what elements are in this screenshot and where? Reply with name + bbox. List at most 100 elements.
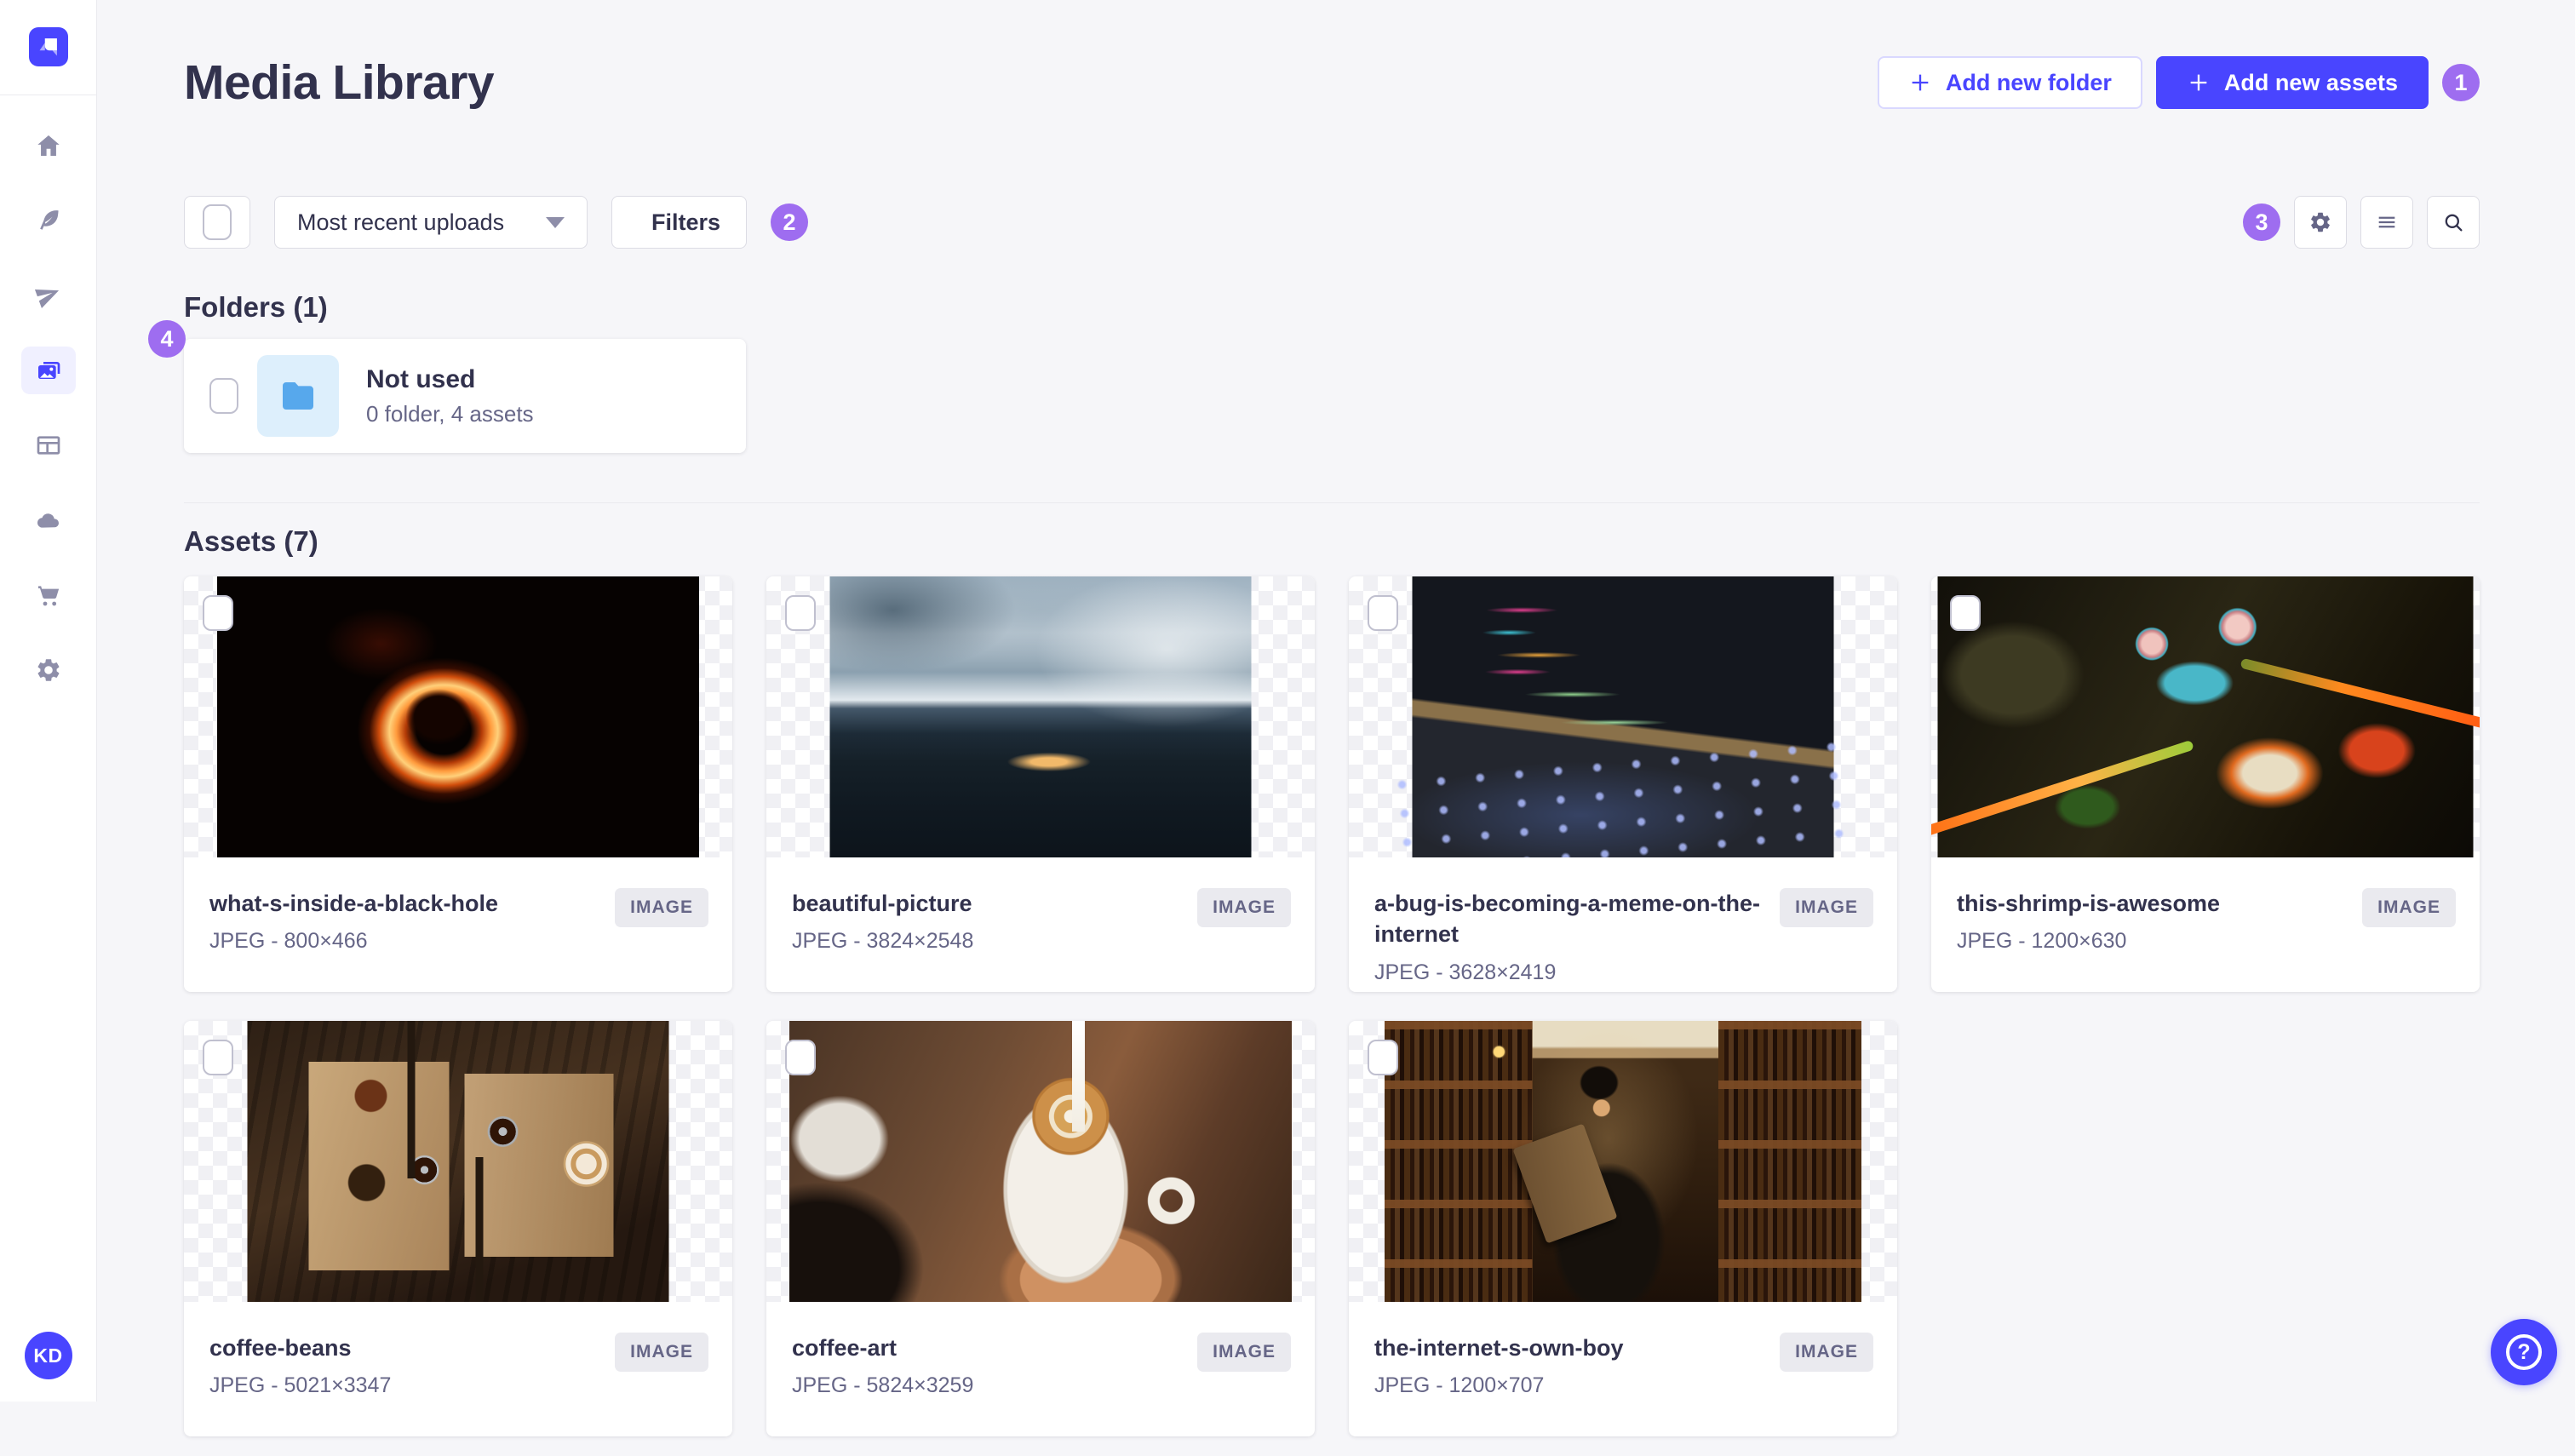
- asset-title: the-internet-s-own-boy: [1374, 1333, 1769, 1363]
- add-new-assets-label: Add new assets: [2224, 70, 2398, 96]
- sidebar-item-cloud[interactable]: [21, 496, 76, 544]
- asset-card[interactable]: coffee-beans JPEG - 5021×3347 IMAGE: [184, 1021, 732, 1436]
- sidebar-item-deploy[interactable]: [21, 272, 76, 319]
- feather-icon: [35, 207, 62, 234]
- asset-meta: JPEG - 1200×630: [1957, 929, 2352, 954]
- asset-thumbnail: [1349, 1021, 1897, 1302]
- asset-title: coffee-beans: [209, 1333, 605, 1363]
- asset-checkbox[interactable]: [1950, 595, 1981, 631]
- asset-title: coffee-art: [792, 1333, 1187, 1363]
- asset-title: this-shrimp-is-awesome: [1957, 888, 2352, 919]
- home-icon: [35, 132, 62, 159]
- folder-tile: [257, 355, 339, 437]
- page-title: Media Library: [184, 54, 494, 111]
- select-all-button[interactable]: [184, 196, 250, 249]
- chevron-down-icon: [546, 217, 565, 228]
- question-mark-icon: ?: [2506, 1334, 2542, 1370]
- asset-checkbox[interactable]: [1368, 1040, 1398, 1075]
- shrimp-image: [1938, 576, 2474, 857]
- asset-meta: JPEG - 1200×707: [1374, 1373, 1769, 1398]
- main-content: Media Library Add new folder Add new ass…: [96, 54, 2575, 1436]
- coffee-art-image: [789, 1021, 1292, 1302]
- folder-texts: Not used 0 folder, 4 assets: [358, 365, 534, 427]
- sidebar-item-media-library[interactable]: [21, 347, 76, 394]
- toolbar-left: Most recent uploads Filters 2: [184, 196, 808, 249]
- sidebar-item-settings[interactable]: [21, 646, 76, 694]
- layout-icon: [35, 432, 62, 459]
- list-view-button[interactable]: [2360, 196, 2413, 249]
- asset-thumbnail: [184, 1021, 732, 1302]
- grid-settings-button[interactable]: [2294, 196, 2347, 249]
- search-icon: [2441, 210, 2465, 234]
- assets-grid: what-s-inside-a-black-hole JPEG - 800×46…: [184, 576, 2480, 1436]
- annotation-badge-1: 1: [2442, 64, 2480, 101]
- asset-checkbox[interactable]: [785, 595, 816, 631]
- black-hole-image: [217, 576, 699, 857]
- laptop-code-image: [1413, 576, 1834, 857]
- asset-meta: JPEG - 800×466: [209, 929, 605, 954]
- filters-button[interactable]: Filters: [611, 196, 747, 249]
- asset-checkbox[interactable]: [203, 1040, 233, 1075]
- asset-title: beautiful-picture: [792, 888, 1187, 919]
- help-button[interactable]: ?: [2491, 1319, 2557, 1385]
- asset-card[interactable]: what-s-inside-a-black-hole JPEG - 800×46…: [184, 576, 732, 992]
- sidebar: KD: [0, 0, 97, 1402]
- add-new-folder-label: Add new folder: [1946, 70, 2112, 96]
- plus-icon: [2187, 71, 2211, 95]
- asset-card[interactable]: beautiful-picture JPEG - 3824×2548 IMAGE: [766, 576, 1315, 992]
- strapi-logo[interactable]: [29, 27, 68, 66]
- sidebar-item-marketplace[interactable]: [21, 571, 76, 619]
- assets-heading: Assets (7): [184, 525, 2480, 558]
- select-all-checkbox[interactable]: [203, 204, 232, 240]
- asset-card[interactable]: coffee-art JPEG - 5824×3259 IMAGE: [766, 1021, 1315, 1436]
- folder-checkbox[interactable]: [209, 378, 238, 414]
- mountains-image: [830, 576, 1252, 857]
- page-header: Media Library Add new folder Add new ass…: [184, 54, 2480, 111]
- media-library-icon: [35, 357, 62, 384]
- folders-heading: Folders (1): [184, 291, 2480, 324]
- asset-meta: JPEG - 5824×3259: [792, 1373, 1187, 1398]
- asset-thumbnail: [766, 1021, 1315, 1302]
- section-divider: [184, 502, 2480, 503]
- asset-thumbnail: [766, 576, 1315, 857]
- asset-thumbnail: [1931, 576, 2480, 857]
- gear-icon: [35, 656, 62, 684]
- sort-dropdown[interactable]: Most recent uploads: [274, 196, 588, 249]
- search-button[interactable]: [2427, 196, 2480, 249]
- asset-type-badge: IMAGE: [1197, 888, 1291, 927]
- folders-section: 4 Folders (1) Not used 0 folder, 4 asset…: [184, 291, 2480, 453]
- asset-thumbnail: [1349, 576, 1897, 857]
- asset-title: a-bug-is-becoming-a-meme-on-the-internet: [1374, 888, 1769, 950]
- asset-type-badge: IMAGE: [615, 888, 708, 927]
- add-new-assets-button[interactable]: Add new assets: [2156, 56, 2429, 109]
- asset-thumbnail: [184, 576, 732, 857]
- asset-card[interactable]: the-internet-s-own-boy JPEG - 1200×707 I…: [1349, 1021, 1897, 1436]
- coffee-beans-image: [248, 1021, 669, 1302]
- gear-icon: [2308, 210, 2332, 234]
- strapi-logo-icon: [34, 32, 63, 61]
- paper-plane-icon: [35, 282, 62, 309]
- user-avatar[interactable]: KD: [25, 1332, 72, 1379]
- sidebar-item-content-manager[interactable]: [21, 197, 76, 244]
- asset-card[interactable]: a-bug-is-becoming-a-meme-on-the-internet…: [1349, 576, 1897, 992]
- toolbar: Most recent uploads Filters 2 3: [184, 196, 2480, 249]
- asset-type-badge: IMAGE: [1780, 888, 1873, 927]
- asset-checkbox[interactable]: [785, 1040, 816, 1075]
- filters-label: Filters: [651, 209, 720, 236]
- folder-meta: 0 folder, 4 assets: [366, 401, 534, 427]
- folder-icon: [278, 375, 318, 416]
- asset-type-badge: IMAGE: [2362, 888, 2456, 927]
- library-boy-image: [1385, 1021, 1861, 1302]
- folder-title: Not used: [366, 365, 534, 394]
- sort-dropdown-value: Most recent uploads: [297, 209, 504, 236]
- folder-card[interactable]: Not used 0 folder, 4 assets: [184, 339, 746, 453]
- asset-checkbox[interactable]: [203, 595, 233, 631]
- sidebar-item-home[interactable]: [21, 122, 76, 169]
- sidebar-nav: [21, 95, 76, 694]
- list-icon: [2375, 210, 2399, 234]
- add-new-folder-button[interactable]: Add new folder: [1878, 56, 2142, 109]
- asset-checkbox[interactable]: [1368, 595, 1398, 631]
- asset-card[interactable]: this-shrimp-is-awesome JPEG - 1200×630 I…: [1931, 576, 2480, 992]
- sidebar-item-content-type-builder[interactable]: [21, 421, 76, 469]
- asset-title: what-s-inside-a-black-hole: [209, 888, 605, 919]
